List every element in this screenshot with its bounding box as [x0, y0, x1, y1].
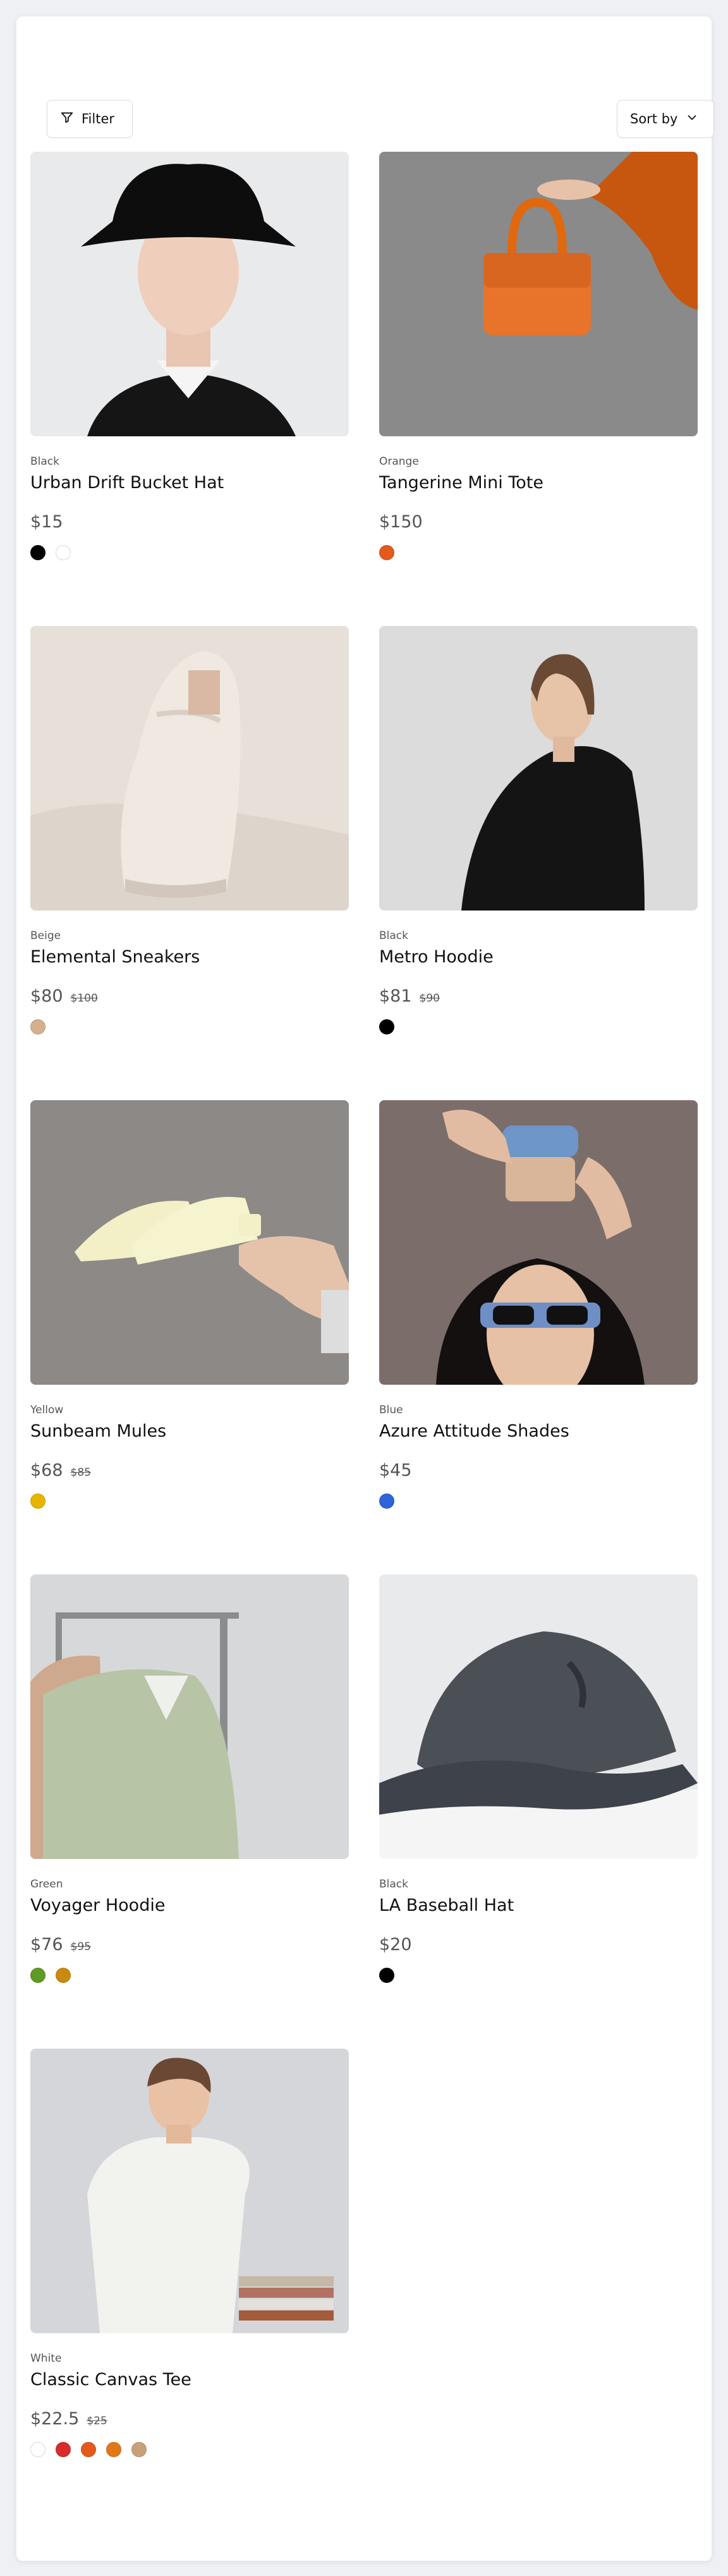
product-compare-price: $90: [419, 992, 440, 1005]
product-title[interactable]: Sunbeam Mules: [30, 1421, 349, 1444]
product-price: $76: [30, 1935, 63, 1954]
color-swatch[interactable]: [30, 1019, 46, 1034]
product-price: $80: [30, 986, 63, 1006]
product-title[interactable]: Voyager Hoodie: [30, 1896, 349, 1918]
product-card[interactable]: Orange Tangerine Mini Tote $150: [379, 152, 698, 560]
product-title[interactable]: Urban Drift Bucket Hat: [30, 473, 349, 496]
product-price: $15: [30, 512, 63, 532]
product-price: $81: [379, 986, 412, 1006]
color-swatches: [379, 1968, 698, 1983]
product-image[interactable]: [30, 2049, 349, 2333]
product-card[interactable]: Yellow Sunbeam Mules $68 $85: [30, 1100, 349, 1509]
color-swatches: [30, 1493, 349, 1509]
product-color-name: Black: [379, 929, 408, 942]
filter-label: Filter: [82, 111, 115, 126]
product-color-name: Green: [30, 1878, 63, 1891]
product-image[interactable]: [30, 626, 349, 911]
product-compare-price: $95: [70, 1941, 91, 1953]
product-image[interactable]: [30, 1574, 349, 1859]
sort-label: Sort by: [630, 111, 678, 126]
product-price: $22.5: [30, 2409, 80, 2429]
product-image[interactable]: [379, 626, 698, 911]
product-image[interactable]: [379, 152, 698, 436]
product-compare-price: $25: [87, 2415, 107, 2427]
color-swatch[interactable]: [379, 1493, 394, 1509]
product-card[interactable]: Black Metro Hoodie $81 $90: [379, 626, 698, 1034]
color-swatches: [379, 1493, 698, 1509]
color-swatches: [30, 1968, 349, 1983]
product-color-name: Black: [379, 1878, 408, 1891]
color-swatch[interactable]: [379, 1019, 394, 1034]
color-swatches: [30, 2442, 349, 2457]
product-card[interactable]: Beige Elemental Sneakers $80 $100: [30, 626, 349, 1034]
color-swatch[interactable]: [81, 2442, 96, 2457]
color-swatch[interactable]: [379, 545, 394, 560]
product-compare-price: $85: [70, 1466, 91, 1479]
product-price: $150: [379, 512, 423, 532]
product-card[interactable]: Black LA Baseball Hat $20: [379, 1574, 698, 1983]
color-swatch[interactable]: [30, 1968, 46, 1983]
product-title[interactable]: Azure Attitude Shades: [379, 1421, 698, 1444]
sort-by-button[interactable]: Sort by: [617, 100, 714, 138]
color-swatch[interactable]: [379, 1968, 394, 1983]
product-color-name: Orange: [379, 455, 419, 468]
color-swatches: [379, 1019, 698, 1034]
color-swatch[interactable]: [56, 2442, 71, 2457]
color-swatch[interactable]: [106, 2442, 121, 2457]
color-swatch[interactable]: [30, 545, 46, 560]
color-swatch[interactable]: [56, 545, 71, 560]
product-card[interactable]: White Classic Canvas Tee $22.5 $25: [30, 2049, 349, 2457]
product-color-name: Beige: [30, 929, 61, 942]
product-compare-price: $100: [70, 992, 98, 1005]
chevron-down-icon: [685, 111, 699, 128]
product-color-name: Blue: [379, 1404, 403, 1416]
product-price: $20: [379, 1935, 412, 1954]
filter-button[interactable]: Filter: [47, 100, 133, 138]
color-swatches: [30, 545, 349, 560]
product-image[interactable]: [379, 1100, 698, 1385]
color-swatches: [30, 1019, 349, 1034]
product-price: $68: [30, 1461, 63, 1480]
product-color-name: Black: [30, 455, 59, 468]
product-card[interactable]: Green Voyager Hoodie $76 $95: [30, 1574, 349, 1983]
color-swatches: [379, 545, 698, 560]
product-image[interactable]: [30, 1100, 349, 1385]
product-title[interactable]: Elemental Sneakers: [30, 947, 349, 970]
product-title[interactable]: LA Baseball Hat: [379, 1896, 698, 1918]
product-color-name: White: [30, 2352, 62, 2365]
color-swatch[interactable]: [30, 1493, 46, 1509]
product-card[interactable]: Blue Azure Attitude Shades $45: [379, 1100, 698, 1509]
product-title[interactable]: Classic Canvas Tee: [30, 2370, 349, 2393]
filter-icon: [60, 111, 74, 128]
product-image[interactable]: [379, 1574, 698, 1859]
product-image[interactable]: [30, 152, 349, 436]
color-swatch[interactable]: [131, 2442, 147, 2457]
product-title[interactable]: Metro Hoodie: [379, 947, 698, 970]
product-price: $45: [379, 1461, 412, 1480]
product-color-name: Yellow: [30, 1404, 64, 1416]
color-swatch[interactable]: [30, 2442, 46, 2457]
product-title[interactable]: Tangerine Mini Tote: [379, 473, 698, 496]
product-card[interactable]: Black Urban Drift Bucket Hat $15: [30, 152, 349, 560]
color-swatch[interactable]: [56, 1968, 71, 1983]
